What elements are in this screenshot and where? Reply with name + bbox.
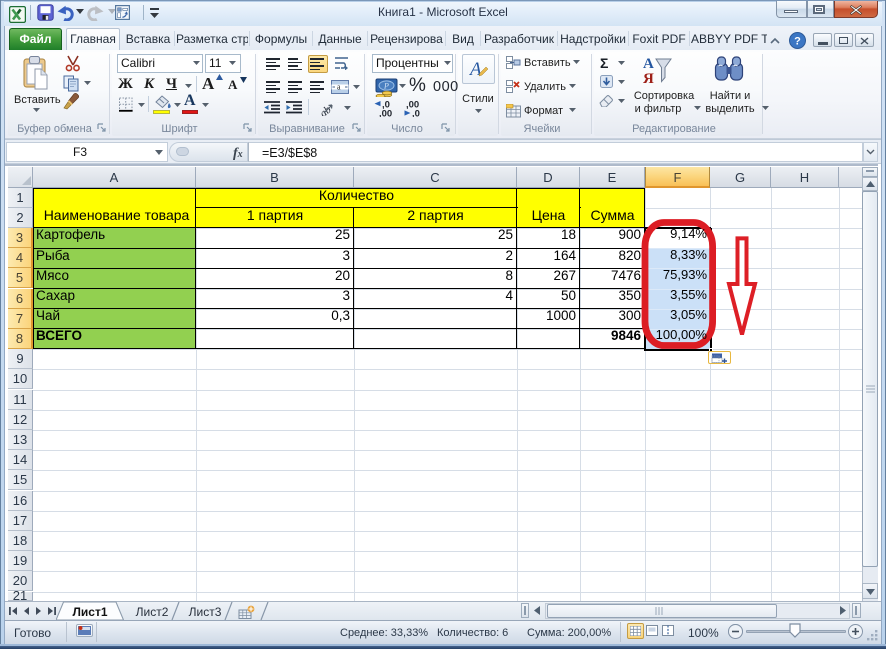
svg-text:А: А (643, 56, 654, 72)
svg-text:?: ? (794, 36, 801, 48)
svg-text:,0: ,0 (412, 109, 420, 118)
svg-text:Σ: Σ (600, 56, 608, 69)
svg-text:A: A (468, 59, 482, 80)
svg-text:Я: Я (643, 71, 654, 85)
svg-text:a: a (337, 83, 341, 92)
svg-text:P: P (383, 82, 389, 91)
svg-text:,00: ,00 (379, 109, 392, 118)
